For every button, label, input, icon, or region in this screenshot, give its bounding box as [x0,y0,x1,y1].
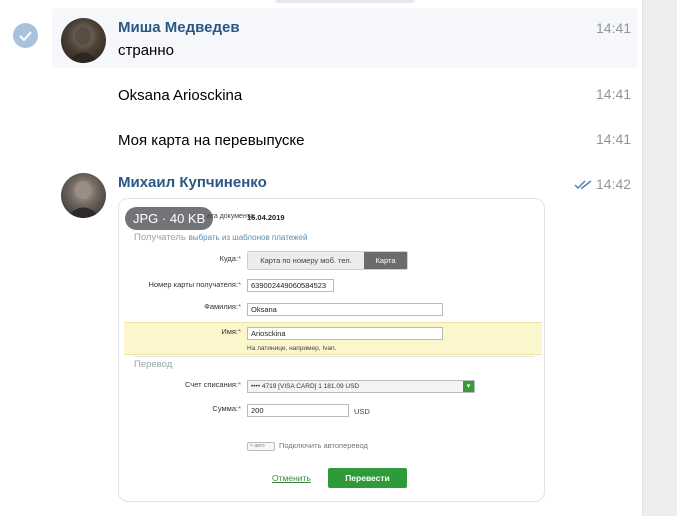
card-number-field: 639002449060584523 [247,279,334,292]
message-time[interactable]: 14:42 [596,176,631,192]
avatar[interactable] [61,18,106,63]
message-author[interactable]: Миша Медведев [118,19,240,36]
cancel-link: Отменить [272,473,311,483]
payment-form-screenshot: ата документа: 16.04.2019 Получатель выб… [119,199,544,501]
section-divider [134,356,534,357]
currency-label: USD [354,407,370,416]
card-number-label: Номер карты получателя:* [148,280,241,289]
recipient-section-title: Получатель [134,232,186,243]
selected-message-highlight[interactable] [52,8,638,68]
chat-panel: Миша Медведев странно 14:41 Oksana Arios… [0,0,643,516]
recipient-section: Получатель выбрать из шаблонов платежей [134,232,307,243]
account-value: •••• 4719 [VISA CARD] 1 181.09 USD [251,383,360,390]
transfer-section-title: Перевод [134,359,173,370]
message-time[interactable]: 14:41 [596,86,631,102]
avatar[interactable] [61,173,106,218]
message-author[interactable]: Михаил Купчиненко [118,174,267,191]
image-attachment[interactable]: JPG · 40 KB ата документа: 16.04.2019 По… [118,198,545,502]
message-text: странно [118,42,174,59]
name-field: Ariosckina [247,327,443,340]
date-value: 16.04.2019 [247,213,285,222]
auto-toggle-label: авто [254,443,265,449]
file-type-badge: JPG · 40 KB [125,207,214,230]
seg-phone: Карта по номеру моб. тел. [248,252,364,269]
amount-field: 200 [247,404,349,417]
auto-transfer-label: Подключить автоперевод [279,441,368,450]
templates-link: выбрать из шаблонов платежей [188,233,308,242]
chevron-down-icon: ▾ [463,381,474,392]
surname-field: Oksana [247,303,443,316]
amount-label: Сумма:* [212,404,241,413]
message-time[interactable]: 14:41 [596,20,631,36]
seg-card: Карта [364,252,407,269]
name-hint: На латинице, например, Ivan. [247,345,337,352]
header-shadow [275,0,415,3]
account-label: Счет списания:* [184,380,241,389]
name-label: Имя:* [221,327,241,336]
message-time[interactable]: 14:41 [596,131,631,147]
account-select: •••• 4719 [VISA CARD] 1 181.09 USD ▾ [247,380,475,393]
auto-toggle-x-icon: × [250,443,253,449]
auto-toggle: × авто [247,442,275,451]
submit-button: Перевести [328,468,407,488]
recipient-type-toggle: Карта по номеру моб. тел. Карта [247,251,408,270]
surname-label: Фамилия:* [204,302,241,311]
message-text: Oksana Ariosckina [118,87,243,104]
double-check-icon [574,178,594,196]
where-label: Куда:* [219,254,241,263]
selected-check-icon[interactable] [13,23,38,48]
message-text: Моя карта на перевыпуске [118,132,305,149]
